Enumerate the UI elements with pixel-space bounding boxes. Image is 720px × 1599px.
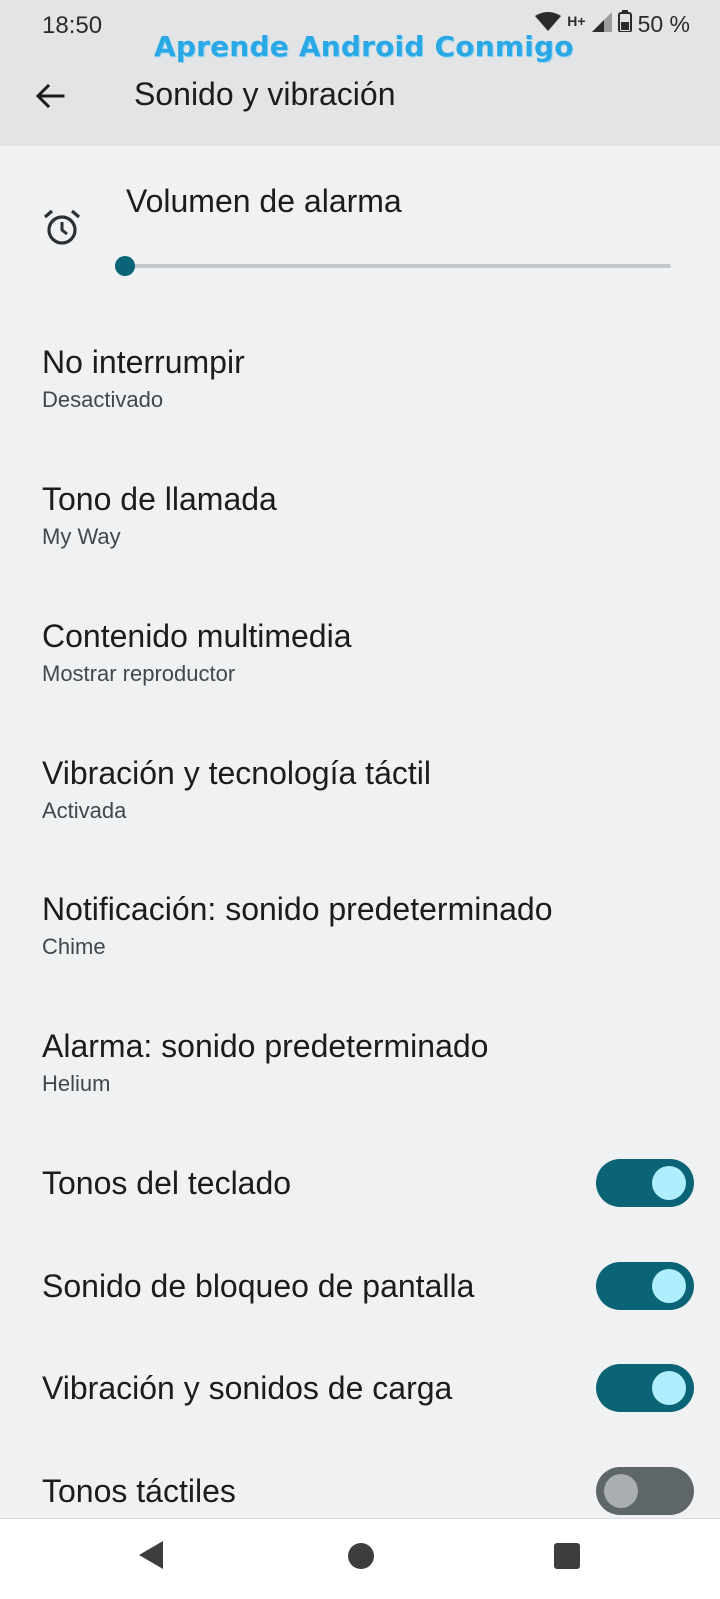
page-title: Sonido y vibración: [134, 76, 396, 112]
system-nav-bar: [0, 1518, 720, 1599]
keyboard-tones-switch[interactable]: [596, 1159, 694, 1207]
alarm-volume-slider-track[interactable]: [126, 264, 671, 268]
switch-knob: [604, 1474, 638, 1508]
battery-percent: 50 %: [637, 10, 690, 37]
battery-icon: [617, 10, 632, 38]
toggle-label: Tonos del teclado: [42, 1164, 292, 1201]
pref-title: Vibración y tecnología táctil: [42, 755, 431, 791]
watermark-text: Aprende Android Conmigo: [154, 30, 574, 63]
pref-media[interactable]: Contenido multimedia Mostrar reproductor: [42, 617, 682, 687]
status-time: 18:50: [42, 12, 103, 39]
pref-summary: Chime: [42, 934, 106, 959]
toggle-label: Tonos táctiles: [42, 1472, 236, 1509]
pref-title: Alarma: sonido predeterminado: [42, 1028, 489, 1064]
arrow-left-icon: [35, 83, 65, 109]
alarm-clock-icon: [42, 208, 82, 253]
toggle-row-touch-tones[interactable]: Tonos táctiles: [42, 1461, 694, 1521]
recents-square-icon[interactable]: [554, 1543, 580, 1569]
wifi-icon: [535, 11, 562, 38]
pref-title: No interrumpir: [42, 344, 245, 380]
toggle-row-keyboard-tones[interactable]: Tonos del teclado: [42, 1153, 694, 1213]
toggle-label: Sonido de bloqueo de pantalla: [42, 1267, 475, 1304]
status-icons: H+ 50 %: [535, 10, 690, 38]
toggle-row-lock-sound[interactable]: Sonido de bloqueo de pantalla: [42, 1256, 694, 1316]
touch-tones-switch[interactable]: [596, 1467, 694, 1515]
toggle-row-charging-sounds[interactable]: Vibración y sonidos de carga: [42, 1358, 694, 1418]
alarm-volume-slider-thumb[interactable]: [115, 256, 135, 276]
switch-knob: [652, 1371, 686, 1405]
pref-do-not-disturb[interactable]: No interrumpir Desactivado: [42, 343, 682, 413]
pref-summary: Helium: [42, 1071, 111, 1096]
toggle-label: Vibración y sonidos de carga: [42, 1369, 453, 1406]
back-triangle-icon[interactable]: [137, 1539, 165, 1576]
switch-knob: [652, 1166, 686, 1200]
pref-alarm-sound[interactable]: Alarma: sonido predeterminado Helium: [42, 1027, 682, 1097]
pref-summary: Activada: [42, 798, 127, 823]
pref-notification-sound[interactable]: Notificación: sonido predeterminado Chim…: [42, 890, 682, 960]
pref-title: Notificación: sonido predeterminado: [42, 891, 553, 927]
home-circle-icon[interactable]: [348, 1543, 374, 1569]
signal-icon: [591, 11, 612, 38]
pref-summary: My Way: [42, 524, 121, 549]
network-type: H+: [567, 13, 586, 29]
pref-summary: Mostrar reproductor: [42, 661, 236, 686]
pref-summary: Desactivado: [42, 387, 164, 412]
pref-title: Contenido multimedia: [42, 618, 352, 654]
switch-knob: [652, 1269, 686, 1303]
pref-title: Tono de llamada: [42, 481, 277, 517]
lock-sound-switch[interactable]: [596, 1262, 694, 1310]
back-button[interactable]: [28, 74, 72, 118]
pref-vibration-haptics[interactable]: Vibración y tecnología táctil Activada: [42, 754, 682, 824]
app-bar: 18:50 Aprende Android Conmigo H+ 50 % So…: [0, 0, 720, 146]
alarm-volume-label: Volumen de alarma: [126, 183, 402, 219]
charging-sounds-switch[interactable]: [596, 1364, 694, 1412]
pref-ringtone[interactable]: Tono de llamada My Way: [42, 480, 682, 550]
